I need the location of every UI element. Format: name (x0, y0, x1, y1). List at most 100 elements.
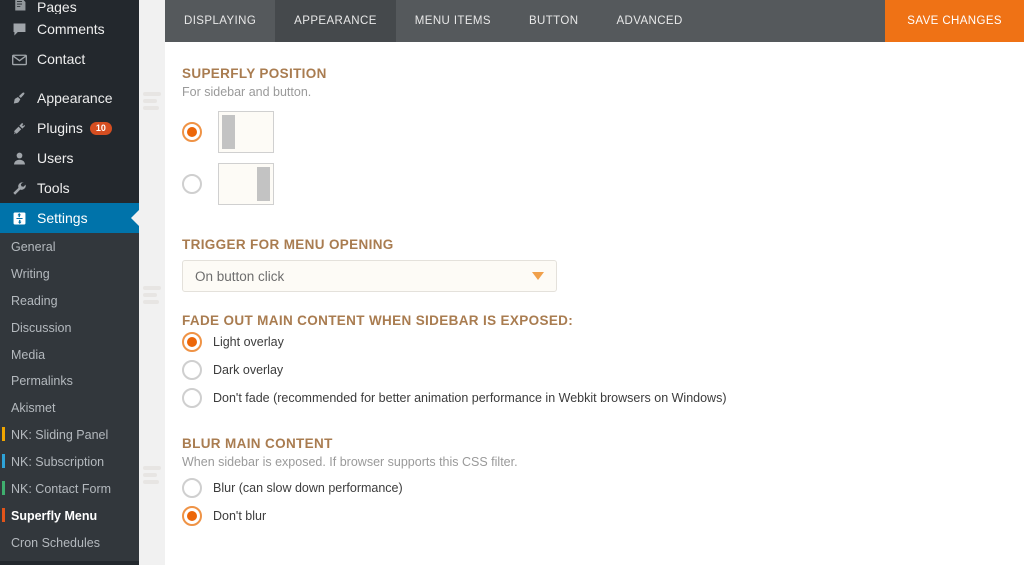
submenu-item-nk-subscription[interactable]: NK: Subscription (0, 449, 139, 476)
envelope-icon (9, 49, 29, 69)
thumbnail-sidebar-left[interactable] (218, 111, 274, 153)
submenu-item-label: Superfly Menu (11, 508, 98, 523)
sidebar-item-label: Users (37, 150, 74, 166)
submenu-item-label: NK: Sliding Panel (11, 428, 109, 443)
submenu-item-cron-schedules[interactable]: Cron Schedules (0, 530, 139, 557)
tab-appearance[interactable]: APPEARANCE (275, 0, 396, 42)
submenu-item-label: NK: Subscription (11, 455, 105, 469)
sidebar-submenu: General Writing Reading Discussion Media Perm… (0, 233, 139, 561)
tabbar-spacer (701, 0, 886, 42)
blur-option-label: Don't blur (213, 509, 267, 523)
radio-position-right[interactable] (182, 174, 202, 194)
radio-position-left[interactable] (182, 122, 202, 142)
submenu-item-permalinks[interactable]: Permalinks (0, 368, 139, 395)
fade-option-list: Light overlay Dark overlay Don't fade (rec… (182, 332, 1024, 408)
submenu-item-label: Reading (11, 293, 58, 308)
current-menu-arrow-icon (131, 210, 139, 226)
tab-displaying[interactable]: DISPLAYING (165, 0, 275, 42)
submenu-item-writing[interactable]: Writing (0, 261, 139, 288)
sidebar-item-label: Appearance (37, 90, 113, 106)
blur-option-list: Blur (can slow down performance) Don't bl… (182, 478, 1024, 526)
submenu-item-label: Discussion (11, 320, 72, 335)
superfly-position-title: SUPERFLY POSITION (182, 66, 327, 81)
submenu-item-discussion[interactable]: Discussion (0, 315, 139, 342)
trigger-select-wrap: On button click (182, 260, 1024, 292)
submenu-item-nk-contact-form[interactable]: NK: Contact Form (0, 476, 139, 503)
radio-fade-2[interactable] (182, 388, 202, 408)
tab-button[interactable]: BUTTON (510, 0, 597, 42)
admin-screen: Pages Comments Contact Appearance Plugins 10 U… (0, 0, 1024, 565)
sidebar-item-plugins[interactable]: Plugins 10 (0, 113, 139, 143)
submenu-color-tick (2, 507, 5, 522)
blur-description: When sidebar is exposed. If browser supp… (182, 455, 518, 469)
sidebar-item-label: Comments (37, 21, 105, 37)
comments-icon (9, 19, 29, 39)
trigger-title: TRIGGER FOR MENU OPENING (182, 237, 394, 252)
plug-icon (9, 118, 29, 138)
tab-advanced[interactable]: ADVANCED (597, 0, 701, 42)
fade-option-label: Light overlay (213, 335, 284, 349)
gutter-decoration (143, 92, 161, 112)
position-option-left[interactable] (182, 111, 1024, 153)
paintbrush-icon (9, 88, 29, 108)
submenu-item-superfly-menu[interactable]: Superfly Menu (0, 503, 139, 530)
settings-content: DISPLAYING APPEARANCE MENU ITEMS BUTTON ADVA… (165, 0, 1024, 565)
position-option-right[interactable] (182, 163, 1024, 205)
tab-list: DISPLAYING APPEARANCE MENU ITEMS BUTTON ADVA… (165, 0, 702, 42)
settings-icon (9, 208, 29, 228)
sidebar-item-settings[interactable]: Settings (0, 203, 139, 233)
trigger-select-value: On button click (195, 268, 285, 284)
sidebar-item-pages[interactable]: Pages (0, 0, 139, 14)
radio-fade-1[interactable] (182, 360, 202, 380)
radio-fade-0[interactable] (182, 332, 202, 352)
submenu-item-label: Writing (11, 266, 50, 281)
submenu-item-nk-sliding-panel[interactable]: NK: Sliding Panel (0, 422, 139, 449)
sidebar-item-label: Plugins (37, 120, 83, 136)
blur-option-1[interactable]: Don't blur (182, 506, 1024, 526)
thumbnail-sidebar-right[interactable] (218, 163, 274, 205)
sidebar-item-tools[interactable]: Tools (0, 173, 139, 203)
sidebar-item-contact[interactable]: Contact (0, 44, 139, 74)
radio-blur-1[interactable] (182, 506, 202, 526)
submenu-item-label: General (11, 240, 56, 254)
blur-option-label: Blur (can slow down performance) (213, 481, 403, 495)
plugins-update-badge: 10 (89, 121, 112, 135)
submenu-item-label: Media (11, 347, 46, 362)
sidebar-item-comments[interactable]: Comments (0, 14, 139, 44)
settings-tabbar: DISPLAYING APPEARANCE MENU ITEMS BUTTON ADVA… (165, 0, 1024, 42)
chevron-down-icon (532, 272, 544, 280)
submenu-item-media[interactable]: Media (0, 342, 139, 369)
blur-option-0[interactable]: Blur (can slow down performance) (182, 478, 1024, 498)
fade-option-1[interactable]: Dark overlay (182, 360, 1024, 380)
sidebar-divider (0, 560, 139, 565)
submenu-color-tick (2, 480, 5, 495)
settings-panel: SUPERFLY POSITION For sidebar and button… (165, 42, 1024, 526)
gutter-decoration (143, 466, 161, 486)
submenu-item-label: Akismet (11, 401, 56, 416)
superfly-position-description: For sidebar and button. (182, 85, 312, 99)
sidebar-group-separator (0, 74, 139, 83)
sidebar-item-label: Tools (37, 180, 70, 196)
tab-menu-items[interactable]: MENU ITEMS (396, 0, 510, 42)
sidebar-item-users[interactable]: Users (0, 143, 139, 173)
submenu-color-tick (2, 427, 5, 442)
submenu-item-general[interactable]: General (0, 234, 139, 261)
user-icon (9, 148, 29, 168)
blur-title: BLUR MAIN CONTENT (182, 436, 333, 451)
sidebar-top-menu: Pages Comments Contact Appearance Plugins 10 U… (0, 0, 139, 233)
fade-option-0[interactable]: Light overlay (182, 332, 1024, 352)
submenu-item-label: Cron Schedules (11, 535, 100, 550)
gutter-decoration (143, 286, 161, 306)
submenu-item-reading[interactable]: Reading (0, 288, 139, 315)
sidebar-item-appearance[interactable]: Appearance (0, 83, 139, 113)
submenu-item-label: Permalinks (11, 374, 73, 389)
fade-title: FADE OUT MAIN CONTENT WHEN SIDEBAR IS EX… (182, 313, 574, 328)
radio-blur-0[interactable] (182, 478, 202, 498)
wrench-icon (9, 178, 29, 198)
save-changes-button[interactable]: SAVE CHANGES (885, 0, 1024, 42)
fade-option-2[interactable]: Don't fade (recommended for better anima… (182, 388, 1024, 408)
submenu-color-tick (2, 454, 5, 468)
sidebar-item-label: Pages (37, 0, 77, 14)
submenu-item-akismet[interactable]: Akismet (0, 395, 139, 422)
trigger-select[interactable]: On button click (182, 260, 557, 292)
